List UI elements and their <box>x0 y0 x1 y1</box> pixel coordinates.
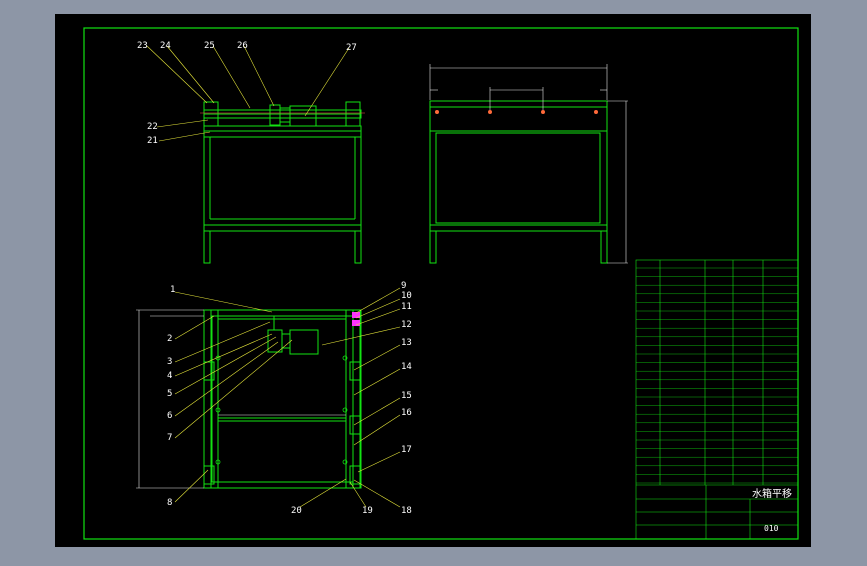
callout-1: 1 <box>170 285 175 295</box>
title-block-drawing-no: 010 <box>764 524 779 533</box>
callout-21: 21 <box>147 136 158 146</box>
callout-15: 15 <box>401 391 412 401</box>
callout-22: 22 <box>147 122 158 132</box>
callout-26: 26 <box>237 41 248 51</box>
callout-4: 4 <box>167 371 172 381</box>
callout-14: 14 <box>401 362 412 372</box>
callout-2: 2 <box>167 334 172 344</box>
callout-16: 16 <box>401 408 412 418</box>
assembly-drawing: 23 24 25 26 27222112345678910111213141516171… <box>55 14 811 547</box>
cad-viewport[interactable]: 23 24 25 26 27 22 21 1 2 3 4 5 6 7 8 9 10 11 12 13 14 15 16 17 1… <box>0 0 867 562</box>
callout-18: 18 <box>401 506 412 516</box>
callout-5: 5 <box>167 389 172 399</box>
callout-7: 7 <box>167 433 172 443</box>
callout-10: 10 <box>401 291 412 301</box>
callout-25: 25 <box>204 41 215 51</box>
callout-24: 24 <box>160 41 171 51</box>
callout-12: 12 <box>401 320 412 330</box>
title-block-title: 水箱平移 <box>752 487 792 500</box>
callout-17: 17 <box>401 445 412 455</box>
callout-6: 6 <box>167 411 172 421</box>
callout-8: 8 <box>167 498 172 508</box>
callout-27: 27 <box>346 43 357 53</box>
drawing-sheet <box>55 14 811 547</box>
callout-3: 3 <box>167 357 172 367</box>
callout-9: 9 <box>401 281 406 291</box>
callout-20: 20 <box>291 506 302 516</box>
callout-19: 19 <box>362 506 373 516</box>
callout-13: 13 <box>401 338 412 348</box>
callout-23: 23 <box>137 41 148 51</box>
callout-11: 11 <box>401 302 412 312</box>
